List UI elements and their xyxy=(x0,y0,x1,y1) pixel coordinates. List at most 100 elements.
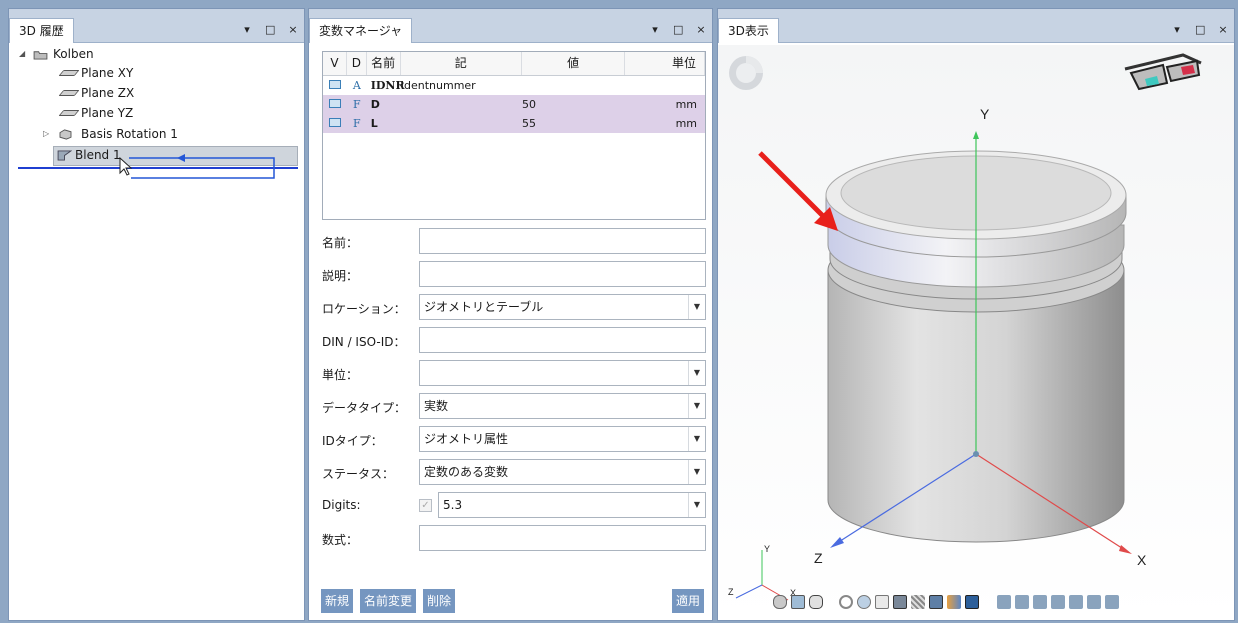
close-icon[interactable]: × xyxy=(696,23,706,36)
status-select[interactable]: 定数のある変数 ▼ xyxy=(419,459,706,485)
tab-3d-history[interactable]: 3D 履歴 xyxy=(9,18,74,43)
grid-header: V D 名前 記 値 単位 xyxy=(323,52,705,76)
chevron-down-icon[interactable]: ▼ xyxy=(688,493,705,517)
cell-name: IDNR xyxy=(370,79,405,92)
3d-model-canvas[interactable]: Y X Z Y X Z xyxy=(718,45,1234,623)
cylinder-view-icon[interactable] xyxy=(773,595,787,609)
chevron-down-icon[interactable]: ▼ xyxy=(688,427,705,451)
location-select[interactable]: ジオメトリとテーブル ▼ xyxy=(419,294,706,320)
zoom-icon[interactable] xyxy=(839,595,853,609)
history-panel-header: 3D 履歴 ▾ □ × xyxy=(9,9,304,43)
tab-3d-view[interactable]: 3D表示 xyxy=(718,18,779,43)
cell-unit: mm xyxy=(675,117,697,130)
table-row[interactable]: A IDNR Identnummer xyxy=(323,76,705,95)
name-input[interactable] xyxy=(419,228,706,254)
view-left-icon[interactable] xyxy=(1033,595,1047,609)
column-desc[interactable]: 記 xyxy=(401,52,522,75)
view-back-icon[interactable] xyxy=(1015,595,1029,609)
history-tree: ◢ Kolben Plane XY Plane ZX Plane YZ ▷ Ba… xyxy=(9,45,304,620)
rotate-icon[interactable] xyxy=(875,595,889,609)
render-mode-icon[interactable] xyxy=(893,595,907,609)
panel-menu-icon[interactable]: ▾ xyxy=(242,23,252,36)
tree-item-plane-xy[interactable]: Plane XY xyxy=(81,64,133,83)
cell-name: D xyxy=(370,98,380,111)
visibility-icon[interactable] xyxy=(328,118,341,127)
chevron-down-icon[interactable]: ▼ xyxy=(688,361,705,385)
close-icon[interactable]: × xyxy=(288,23,298,36)
description-label: 説明： xyxy=(322,269,359,283)
tree-item-kolben[interactable]: Kolben xyxy=(53,45,94,64)
tree-item-blend[interactable]: Blend 1 xyxy=(75,146,121,165)
table-row[interactable]: F D 50 mm xyxy=(323,95,705,114)
cylinder-shaded-icon[interactable] xyxy=(791,595,805,609)
panel-menu-icon[interactable]: ▾ xyxy=(1172,23,1182,36)
digits-select[interactable]: 5.3 ▼ xyxy=(438,492,706,518)
maximize-icon[interactable]: □ xyxy=(1195,23,1205,36)
variable-panel-header: 変数マネージャ ▾ □ × xyxy=(309,9,712,43)
tree-item-plane-zx[interactable]: Plane ZX xyxy=(81,84,134,103)
idtype-value: ジオメトリ属性 xyxy=(424,432,509,446)
type-icon: A xyxy=(352,79,361,92)
color-icon[interactable] xyxy=(947,595,961,609)
chevron-down-icon[interactable]: ▼ xyxy=(688,460,705,484)
digits-checkbox[interactable]: ✓ xyxy=(419,499,432,512)
visibility-icon[interactable] xyxy=(328,99,341,108)
view-bottom-icon[interactable] xyxy=(1087,595,1101,609)
maximize-icon[interactable]: □ xyxy=(265,23,275,36)
view-panel-header: 3D表示 ▾ □ × xyxy=(718,9,1234,43)
delete-button[interactable]: 削除 xyxy=(423,589,456,613)
view-front-icon[interactable] xyxy=(997,595,1011,609)
formula-input[interactable] xyxy=(419,525,706,551)
column-d[interactable]: D xyxy=(347,52,367,75)
din-iso-input[interactable] xyxy=(419,327,706,353)
digits-label: Digits: xyxy=(322,498,361,512)
cylinder-wire-icon[interactable] xyxy=(809,595,823,609)
rename-button[interactable]: 名前変更 xyxy=(360,589,417,613)
hatch-icon[interactable] xyxy=(911,595,925,609)
section-icon[interactable] xyxy=(929,595,943,609)
axis-x-label: X xyxy=(1137,552,1147,568)
new-button[interactable]: 新規 xyxy=(321,589,354,613)
axis-y-label: Y xyxy=(980,106,990,122)
apply-button[interactable]: 適用 xyxy=(672,589,705,613)
view-iso-icon[interactable] xyxy=(1105,595,1119,609)
box-view-icon[interactable] xyxy=(965,595,979,609)
chevron-down-icon[interactable]: ▼ xyxy=(688,394,705,418)
digits-value: 5.3 xyxy=(443,498,463,512)
3d-view-panel: 3D表示 ▾ □ × Y X Z Y X Z xyxy=(717,8,1235,621)
variable-grid: V D 名前 記 値 単位 A IDNR Identnummer F D 50 … xyxy=(322,51,706,220)
visibility-icon[interactable] xyxy=(328,80,341,89)
cell-value: 55 xyxy=(521,117,536,130)
panel-menu-icon[interactable]: ▾ xyxy=(650,23,660,36)
zoom-window-icon[interactable] xyxy=(857,595,871,609)
column-v[interactable]: V xyxy=(323,52,347,75)
maximize-icon[interactable]: □ xyxy=(673,23,683,36)
unit-select[interactable]: ▼ xyxy=(419,360,706,386)
cell-name: L xyxy=(370,117,378,130)
description-input[interactable] xyxy=(419,261,706,287)
view-top-icon[interactable] xyxy=(1069,595,1083,609)
name-label: 名前： xyxy=(322,236,359,250)
column-name[interactable]: 名前 xyxy=(367,52,401,75)
3d-viewport[interactable]: Y X Z Y X Z xyxy=(718,45,1234,620)
table-row[interactable]: F L 55 mm xyxy=(323,114,705,133)
tab-variable-manager[interactable]: 変数マネージャ xyxy=(309,18,413,43)
expand-arrow-icon[interactable]: ▷ xyxy=(43,129,53,138)
column-unit[interactable]: 単位 xyxy=(625,52,705,75)
close-icon[interactable]: × xyxy=(1218,23,1228,36)
tree-item-plane-yz[interactable]: Plane YZ xyxy=(81,104,133,123)
chevron-down-icon[interactable]: ▼ xyxy=(688,295,705,319)
view-right-icon[interactable] xyxy=(1051,595,1065,609)
status-label: ステータス： xyxy=(322,467,395,481)
column-value[interactable]: 値 xyxy=(522,52,626,75)
status-value: 定数のある変数 xyxy=(424,465,509,479)
idtype-select[interactable]: ジオメトリ属性 ▼ xyxy=(419,426,706,452)
plane-icon xyxy=(58,110,80,116)
formula-label: 数式： xyxy=(322,533,359,547)
collapse-arrow-icon[interactable]: ◢ xyxy=(19,49,29,58)
idtype-label: IDタイプ： xyxy=(322,434,383,448)
datatype-select[interactable]: 実数 ▼ xyxy=(419,393,706,419)
blend-icon xyxy=(57,150,72,161)
plane-icon xyxy=(58,70,80,76)
location-label: ロケーション： xyxy=(322,302,406,316)
